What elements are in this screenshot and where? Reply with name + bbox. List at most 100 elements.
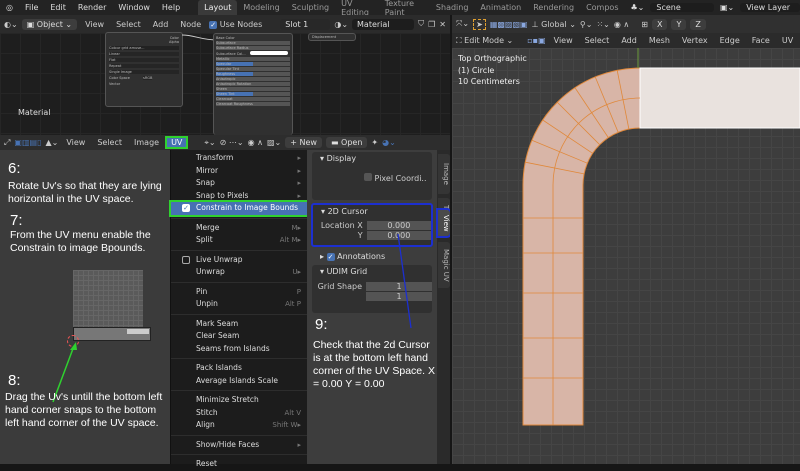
extension-select[interactable]: Repeat [109,64,179,68]
tab-layout[interactable]: Layout [198,0,238,15]
2d-cursor-section-header[interactable]: ▾ 2D Cursor [313,205,431,218]
tab-magic-uv[interactable]: Magic UV [438,242,450,288]
bsdf-input[interactable]: Sheen [216,87,290,91]
bsdf-input[interactable]: Metallic [216,57,290,61]
menu-select[interactable]: Select [112,20,145,29]
uv-menu-item[interactable]: ✓ Constrain to Image Bounds [169,200,309,217]
image-field[interactable]: Colour grid amuse... [109,46,179,50]
uv-select-mode-icons[interactable]: ▣▥▤▯ [14,138,41,147]
pixel-coords-checkbox[interactable]: Pixel Coordi.. [312,165,432,183]
mirror-z[interactable]: Z [690,18,706,30]
select-tool-icon[interactable]: ➤ [473,18,486,30]
tab-sculpting[interactable]: Sculpting [286,3,335,12]
uv-menu-item[interactable]: Clear Seam [171,330,307,343]
image-browse-icon[interactable]: ▨⌄ [267,138,281,147]
blender-logo-icon[interactable]: ◎ [0,3,19,12]
uv-menu-item[interactable]: Snap to Pixels ▸ [171,190,307,203]
close-icon[interactable]: ✕ [439,20,446,29]
menu-view[interactable]: View [81,20,108,29]
uv-menu-item[interactable]: Minimize Stretch [171,394,307,407]
tab-image[interactable]: Image [438,154,450,194]
uv-menu-item[interactable]: Pin P [171,286,307,299]
menu-mesh[interactable]: Mesh [645,36,674,45]
menu-window[interactable]: Window [112,3,156,12]
source-select[interactable]: Single Image [109,70,179,74]
menu-vertex[interactable]: Vertex [678,36,712,45]
menu-edge[interactable]: Edge [716,36,744,45]
menu-help[interactable]: Help [156,3,186,12]
material-icon[interactable]: ◑⌄ [334,20,348,29]
bsdf-input[interactable]: Sheen Tint [216,92,290,96]
orientation-select[interactable]: ⊥ Global ⌄ [532,20,576,29]
snap-icon[interactable]: ⁙⌄ [596,20,609,29]
uv-menu-item[interactable]: Reset [171,458,307,471]
edit-mode-select[interactable]: ⛶ Edit Mode ⌄ [456,36,513,46]
pivot-icon[interactable]: ⚲⌄ [580,20,593,29]
bsdf-input[interactable]: Clearcoat Roughness [216,102,290,106]
uv-menu-item[interactable]: Mirror ▸ [171,165,307,178]
menu-add[interactable]: Add [617,36,641,45]
selected-face[interactable] [639,67,800,129]
uv-menu-item[interactable]: Split Alt M▸ [171,234,307,247]
tab-rendering[interactable]: Rendering [527,3,580,12]
menu-render[interactable]: Render [72,3,112,12]
mesh-object[interactable] [452,48,800,464]
material-output-node[interactable]: Displacement [308,33,356,41]
display-section-header[interactable]: ▾ Display [312,152,432,165]
scene-icon[interactable]: ♣⌄ [625,3,651,12]
uv-menu-item[interactable]: Show/Hide Faces ▸ [171,439,307,452]
uv-menu-item[interactable]: Unpin Alt P [171,298,307,311]
overlay-icon[interactable]: ◕⌄ [382,138,396,147]
view-layer-field[interactable]: View Layer [740,3,800,12]
uv-menu-item[interactable]: Unwrap U▸ [171,266,307,279]
open-image-button[interactable]: ▬ Open [325,137,368,148]
tab-modeling[interactable]: Modeling [237,3,285,12]
uv-menu-item[interactable]: Average Islands Scale [171,375,307,388]
uv-menu-item[interactable]: Seams from Islands [171,343,307,356]
bsdf-input[interactable]: Anisotropic [216,77,290,81]
bsdf-input[interactable]: Subsurface [216,41,290,45]
uv-menu-item[interactable]: Stitch Alt V [171,407,307,420]
pivot-icon[interactable]: ⌖⌄ [204,138,215,148]
mirror-icon[interactable]: ⊞ [641,20,648,29]
select-mode-icons[interactable]: ▦▩▨▧▣ [490,20,528,29]
menu-face[interactable]: Face [748,36,774,45]
view-layer-icon[interactable]: ▣⌄ [714,3,740,12]
principled-bsdf-node[interactable]: Base Color Subsurface Subsurface Radius … [213,33,293,135]
menu-view[interactable]: View [550,36,577,45]
bsdf-input[interactable]: Clearcoat [216,97,290,101]
menu-uv[interactable]: UV [778,36,797,45]
menu-select[interactable]: Select [581,36,614,45]
color-space-select[interactable]: sRGB [143,76,153,80]
snap-icon[interactable]: ⊘ ⋯⌄ [220,138,244,147]
use-nodes-checkbox[interactable]: ✓ Use Nodes [209,20,262,29]
menu-edit[interactable]: Edit [44,3,72,12]
tab-animation[interactable]: Animation [474,3,527,12]
menu-add[interactable]: Add [149,20,173,29]
location-x-field[interactable]: 0.000 [366,221,431,230]
uv-menu-item[interactable]: Live Unwrap [171,254,307,267]
duplicate-icon[interactable]: ❐ [428,20,435,29]
bsdf-input[interactable]: Subsurface Radius [216,46,290,50]
projection-select[interactable]: Flat [109,58,179,62]
uv-menu-item[interactable]: Align Shift W▸ [171,419,307,432]
bsdf-input[interactable]: Roughness [216,72,290,76]
bsdf-input[interactable]: Specular Tint [216,67,290,71]
uv-menu-item[interactable]: Transform ▸ [171,152,307,165]
slot-select[interactable]: Slot 1 [280,18,331,30]
uv-menu-item[interactable]: Mark Seam [171,318,307,331]
transform-orientation-icon[interactable]: ⤧⌄ [456,19,469,29]
new-image-button[interactable]: + New [285,137,322,148]
uv-menu-item[interactable]: Snap ▸ [171,177,307,190]
material-field[interactable]: Material [352,18,415,30]
mirror-y[interactable]: Y [671,18,687,30]
tab-compositing[interactable]: Compos [580,3,624,12]
menu-image[interactable]: Image [130,138,163,147]
sync-icon[interactable]: ▲⌄ [45,138,58,147]
scene-field[interactable]: Scene [650,3,714,12]
proportional-icon[interactable]: ◉ ∧ [614,20,629,29]
editor-type-icon[interactable]: ◐⌄ [4,20,18,29]
menu-uv[interactable]: UV [165,136,189,149]
area-divider[interactable] [450,15,452,464]
bsdf-input[interactable]: Anisotropic Rotation [216,82,290,86]
